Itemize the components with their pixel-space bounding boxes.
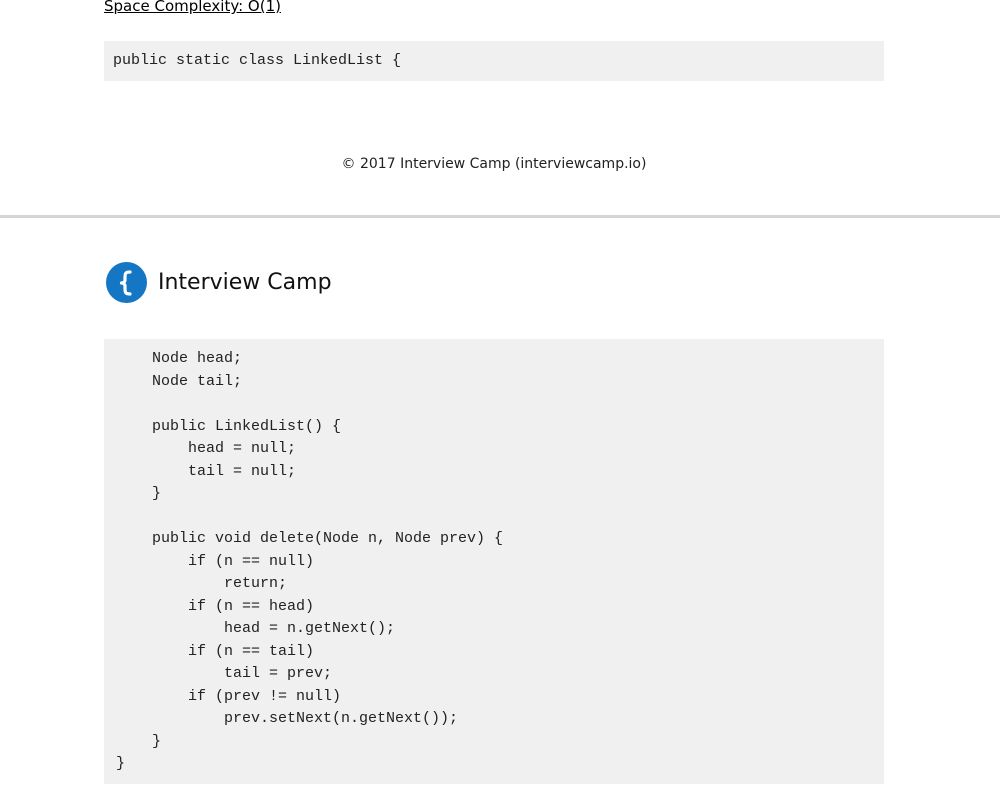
space-complexity-heading: Space Complexity: O(1)	[104, 0, 281, 15]
brand-name: Interview Camp	[158, 270, 332, 295]
brand-header: Interview Camp	[106, 262, 332, 303]
code-block-linkedlist-body: Node head; Node tail; public LinkedList(…	[104, 339, 884, 784]
curly-brace-logo-icon	[106, 262, 147, 303]
page-divider	[0, 215, 1000, 218]
copyright-footer: © 2017 Interview Camp (interviewcamp.io)	[341, 156, 647, 172]
code-block-class-declaration: public static class LinkedList {	[104, 41, 884, 81]
